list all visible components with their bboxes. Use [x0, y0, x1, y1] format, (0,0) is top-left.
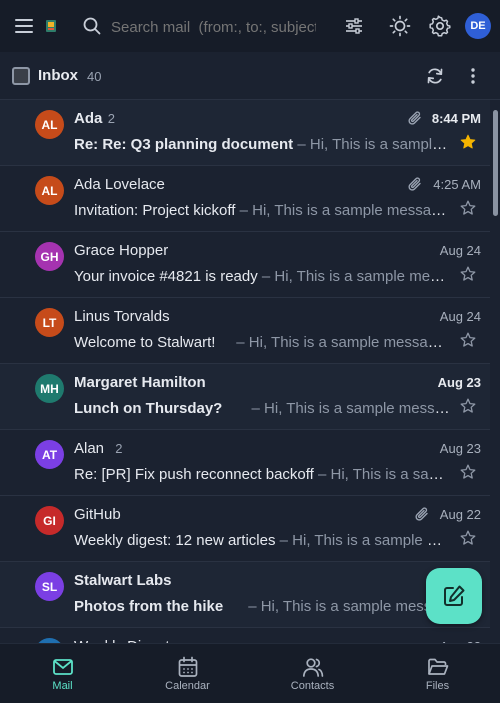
- contacts-icon: [302, 658, 323, 677]
- folder-count: 40: [87, 69, 102, 84]
- sender-name: Grace Hopper: [74, 242, 169, 259]
- email-row[interactable]: AL Ada 2 8:44 PM Re: Re: Q3 planning documen…: [0, 100, 490, 166]
- paperclip-icon: [408, 111, 421, 125]
- compose-button[interactable]: [426, 568, 482, 624]
- sender-name: Margaret Hamilton: [74, 374, 206, 391]
- email-row[interactable]: LT Linus Torvalds Aug 24 Welcome to Stalwar…: [0, 298, 490, 364]
- email-subject: Re: [PR] Fix push reconnect backoff: [74, 466, 314, 483]
- sender-avatar: AL: [35, 176, 64, 205]
- nav-mail[interactable]: Mail: [0, 644, 125, 703]
- email-subject: Re: Re: Q3 planning document: [74, 136, 294, 153]
- email-preview: Lunch on Thursday? – Hi, This is a sampl…: [74, 400, 450, 417]
- theme-sun-icon[interactable]: [389, 15, 411, 37]
- email-row[interactable]: WDWeekly DigestAug 22: [0, 628, 490, 643]
- email-date: Aug 24: [439, 243, 481, 258]
- email-row[interactable]: MH Margaret Hamilton Aug 23 Lunch on Thursd…: [0, 364, 490, 430]
- sender-avatar: AT: [35, 440, 64, 469]
- star-filled-icon[interactable]: [460, 134, 476, 150]
- bottom-nav: Mail Calendar Contacts Files: [0, 643, 500, 703]
- nav-calendar[interactable]: Calendar: [125, 644, 250, 703]
- email-date: 4:25 AM: [433, 177, 481, 192]
- email-subject: Photos from the hike: [74, 598, 224, 615]
- email-date: Aug 24: [439, 309, 481, 324]
- star-outline-icon[interactable]: [460, 464, 476, 480]
- calendar-icon: [178, 656, 197, 677]
- email-preview: Your invoice #4821 is ready – Hi, This i…: [74, 268, 450, 285]
- email-snippet: – Hi, This is a sample message body for …: [251, 400, 450, 417]
- filter-settings-icon[interactable]: [343, 16, 365, 36]
- email-subject: Invitation: Project kickoff: [74, 202, 236, 219]
- nav-files-label: Files: [425, 680, 450, 692]
- star-outline-icon[interactable]: [460, 398, 476, 414]
- search-icon: [82, 16, 102, 36]
- email-subject: Your invoice #4821 is ready: [74, 268, 258, 285]
- email-subject: Welcome to Stalwart!: [74, 334, 216, 351]
- email-date: Aug 23: [439, 441, 481, 456]
- sender-avatar: GH: [35, 242, 64, 271]
- sender-avatar: GI: [35, 506, 64, 535]
- email-preview: Re: Re: Q3 planning document – Hi, This …: [74, 136, 450, 153]
- email-snippet: – Hi, This is a sample message body for …: [318, 466, 450, 483]
- thread-count: 2: [107, 111, 116, 126]
- email-date: Aug 22: [439, 507, 481, 522]
- email-snippet: – Hi, This is a sample message body for …: [297, 136, 450, 153]
- paperclip-icon: [415, 507, 428, 521]
- user-avatar[interactable]: DE: [465, 13, 491, 39]
- email-preview: Weekly digest: 12 new articles – Hi, Thi…: [74, 532, 450, 549]
- email-snippet: – Hi, This is a sample message body for …: [239, 202, 448, 219]
- more-options-icon[interactable]: [464, 66, 482, 86]
- email-row[interactable]: AL Ada Lovelace 4:25 AM Invitation: Project…: [0, 166, 490, 232]
- sender-name: Ada Lovelace: [74, 176, 165, 193]
- email-preview: Invitation: Project kickoff – Hi, This i…: [74, 202, 450, 219]
- email-preview: Re: [PR] Fix push reconnect backoff – Hi…: [74, 466, 450, 483]
- email-subject: Weekly digest: 12 new articles: [74, 532, 276, 549]
- sender-avatar: LT: [35, 308, 64, 337]
- search-input[interactable]: [111, 17, 316, 37]
- star-outline-icon[interactable]: [460, 200, 476, 216]
- paperclip-icon: [408, 177, 421, 191]
- select-all-checkbox[interactable]: [12, 67, 30, 85]
- email-row[interactable]: GI GitHub Aug 22 Weekly digest: 12 new arti…: [0, 496, 490, 562]
- email-subject: Lunch on Thursday?: [74, 400, 223, 417]
- star-outline-icon[interactable]: [460, 266, 476, 282]
- sender-avatar: MH: [35, 374, 64, 403]
- email-row[interactable]: AT Alan 2 Aug 23 Re: [PR] Fix push reconnect…: [0, 430, 490, 496]
- email-preview: Photos from the hike – Hi, This is a sam…: [74, 598, 450, 615]
- email-snippet: – Hi, This is a sample message body for …: [248, 598, 450, 615]
- sender-name: Alan: [74, 440, 105, 457]
- menu-icon[interactable]: [12, 14, 36, 38]
- compose-icon: [444, 585, 465, 606]
- email-list: AL Ada 2 8:44 PM Re: Re: Q3 planning documen…: [0, 100, 490, 643]
- mail-icon: [52, 659, 73, 675]
- nav-files[interactable]: Files: [375, 644, 500, 703]
- email-snippet: – Hi, This is a sample message body for …: [279, 532, 450, 549]
- nav-calendar-label: Calendar: [165, 680, 210, 692]
- email-snippet: – Hi, This is a sample message body for …: [236, 334, 450, 351]
- email-snippet: – Hi, This is a sample message body for …: [261, 268, 450, 285]
- sender-avatar: AL: [35, 110, 64, 139]
- nav-contacts[interactable]: Contacts: [250, 644, 375, 703]
- folder-title: Inbox: [38, 67, 78, 84]
- scrollbar-thumb[interactable]: [493, 110, 498, 216]
- email-preview: Welcome to Stalwart! – Hi, This is a sam…: [74, 334, 450, 351]
- top-bar: DE: [0, 0, 500, 52]
- thread-count: 2: [115, 441, 123, 456]
- sender-name: Linus Torvalds: [74, 308, 170, 325]
- nav-contacts-label: Contacts: [290, 680, 335, 692]
- email-row[interactable]: SL Stalwart Labs Photos from the hike – Hi…: [0, 562, 490, 628]
- nav-mail-label: Mail: [52, 680, 73, 692]
- files-icon: [427, 658, 448, 675]
- sender-name: Stalwart Labs: [74, 572, 172, 589]
- gear-icon[interactable]: [429, 15, 451, 37]
- star-outline-icon[interactable]: [460, 530, 476, 546]
- sender-name: GitHub: [74, 506, 121, 523]
- email-row[interactable]: GH Grace Hopper Aug 24 Your invoice #4821 i…: [0, 232, 490, 298]
- email-date: 8:44 PM: [431, 111, 481, 126]
- refresh-icon[interactable]: [425, 66, 445, 86]
- sender-name: Ada: [74, 110, 103, 127]
- sender-avatar: SL: [35, 572, 64, 601]
- email-date: Aug 23: [437, 375, 481, 390]
- app-logo-icon: [44, 18, 58, 34]
- star-outline-icon[interactable]: [460, 332, 476, 348]
